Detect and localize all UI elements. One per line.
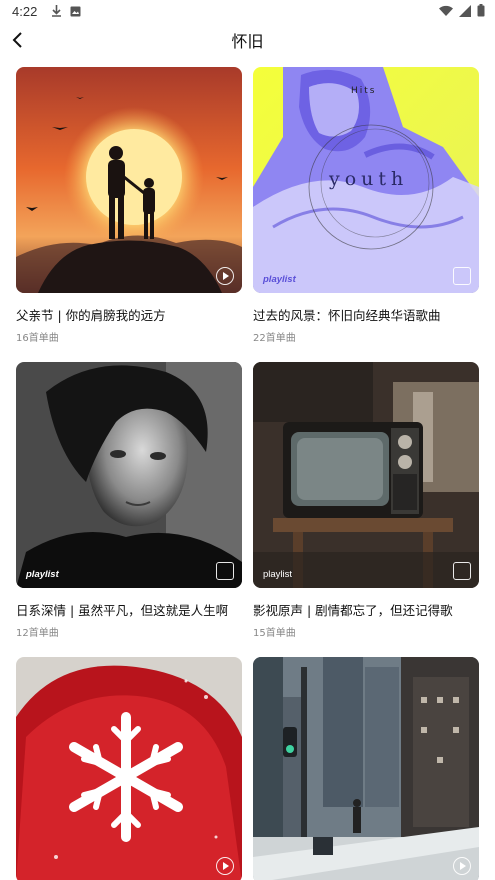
playlist-icon[interactable] (453, 267, 471, 285)
playlist-label: playlist (263, 274, 296, 285)
cover-image-city (253, 657, 479, 880)
playlist-cover[interactable] (253, 657, 479, 880)
play-button[interactable] (216, 857, 234, 875)
playlist-title[interactable]: 过去的风景：怀旧向经典华语歌曲 (253, 305, 493, 324)
cover-image-sunset (16, 67, 242, 293)
cover-youth-text: youth (328, 168, 408, 190)
track-count: 15首单曲 (253, 628, 296, 639)
playlist-icon[interactable] (453, 562, 471, 580)
playlist-title[interactable]: 父亲节 | 你的肩膀我的远方 (16, 305, 256, 324)
play-icon (460, 862, 466, 870)
track-count: 22首单曲 (253, 333, 296, 344)
play-button[interactable] (216, 267, 234, 285)
playlist-card[interactable] (253, 657, 479, 880)
track-count: 12首单曲 (16, 628, 59, 639)
playlist-cover[interactable]: playlist (16, 362, 242, 588)
playlist-grid: 父亲节 | 你的肩膀我的远方 16首单曲 Hits youth playlist… (0, 0, 495, 880)
playlist-card[interactable]: playlist 影视原声 | 剧情都忘了，但还记得歌 15首单曲 (253, 362, 479, 639)
playlist-label: playlist (26, 569, 59, 580)
play-icon (223, 862, 229, 870)
playlist-card[interactable]: 父亲节 | 你的肩膀我的远方 16首单曲 (16, 67, 242, 344)
playlist-cover[interactable]: playlist (253, 362, 479, 588)
playlist-card[interactable]: Hits youth playlist 过去的风景：怀旧向经典华语歌曲 22首单… (253, 67, 479, 344)
cover-image-tv (253, 362, 479, 588)
playlist-card[interactable]: playlist 日系深情 | 虽然平凡，但这就是人生啊 12首单曲 (16, 362, 242, 639)
playlist-cover[interactable] (16, 67, 242, 293)
cover-image-youth: Hits youth (253, 67, 479, 293)
playlist-card[interactable] (16, 657, 242, 880)
playlist-icon[interactable] (216, 562, 234, 580)
playlist-label: playlist (263, 569, 293, 580)
track-count: 16首单曲 (16, 333, 59, 344)
cover-hits-text: Hits (351, 86, 377, 96)
play-button[interactable] (453, 857, 471, 875)
playlist-cover[interactable] (16, 657, 242, 880)
play-icon (223, 272, 229, 280)
playlist-cover[interactable]: Hits youth playlist (253, 67, 479, 293)
cover-image-portrait (16, 362, 242, 588)
playlist-title[interactable]: 影视原声 | 剧情都忘了，但还记得歌 (253, 600, 493, 619)
cover-image-snowflake (16, 657, 242, 880)
playlist-title[interactable]: 日系深情 | 虽然平凡，但这就是人生啊 (16, 600, 256, 619)
